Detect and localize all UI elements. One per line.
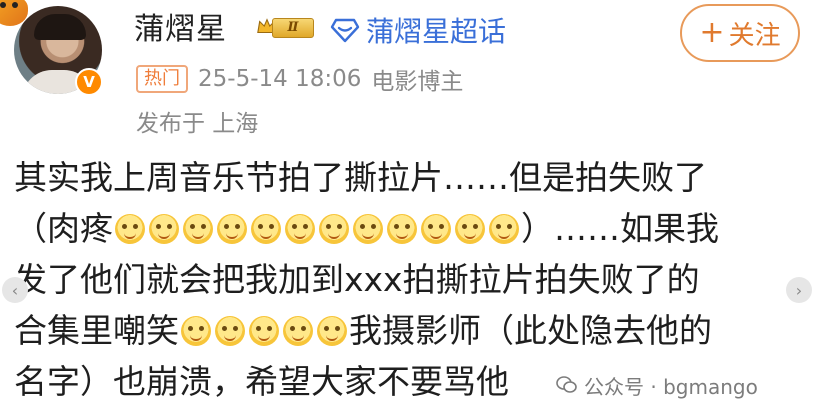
plus-icon: + (699, 15, 725, 50)
post-text: （肉疼 (14, 209, 113, 248)
smile-emoji-icon (217, 213, 247, 244)
post-text: 我摄影师（此处隐去他的 (349, 311, 712, 350)
smile-emoji-icon (353, 213, 383, 244)
smile-emoji-icon (317, 315, 347, 346)
post-meta: 热门 25-5-14 18:06 电影博主 (136, 62, 463, 96)
smile-emoji-icon (149, 213, 179, 244)
wechat-icon (556, 376, 577, 393)
post-line: 发了他们就会把我加到xxx拍撕拉片拍失败了的 (14, 254, 804, 305)
post-line: 其实我上周音乐节拍了撕拉片……但是拍失败了 (14, 152, 804, 203)
prev-arrow-button[interactable]: ‹ (2, 277, 28, 303)
post-timestamp: 25-5-14 18:06 (198, 66, 362, 92)
smile-emoji-icon (115, 213, 145, 244)
next-arrow-button[interactable]: › (786, 277, 812, 303)
smile-emoji-icon (251, 213, 281, 244)
watermark-text: 公众号 · bgmango (584, 374, 758, 399)
supertopic-label: 蒲熠星超话 (366, 15, 507, 48)
avatar-hair (34, 14, 86, 40)
smile-emoji-icon (319, 213, 349, 244)
post-location: 发布于 上海 (136, 111, 259, 137)
watermark: 公众号 · bgmango (548, 368, 766, 402)
smile-emoji-icon (489, 213, 519, 244)
supertopic-link[interactable]: 蒲熠星超话 (330, 10, 506, 50)
follow-button[interactable]: + 关注 (680, 4, 800, 62)
avatar-area: V (0, 0, 112, 100)
follow-label: 关注 (728, 20, 781, 51)
smile-emoji-icon (249, 315, 279, 346)
smile-emoji-icon (181, 315, 211, 346)
diamond-icon (330, 18, 360, 43)
username[interactable]: 蒲熠星 (134, 4, 227, 48)
post-line: （肉疼 ）……如果我 (14, 203, 804, 254)
verified-badge-icon: V (75, 68, 103, 96)
post-line: 合集里嘲笑 我摄影师（此处隐去他的 (14, 305, 804, 356)
smile-emoji-icon (183, 213, 213, 244)
smile-emoji-icon (387, 213, 417, 244)
level-label: Ⅱ (272, 18, 314, 38)
smile-emoji-icon (421, 213, 451, 244)
smile-emoji-icon (455, 213, 485, 244)
post-text: ）……如果我 (521, 209, 719, 248)
smile-emoji-icon (283, 315, 313, 346)
post-text: 合集里嘲笑 (14, 311, 179, 350)
user-role: 电影博主 (371, 69, 464, 95)
smile-emoji-icon (285, 213, 315, 244)
post-text: 其实我上周音乐节拍了撕拉片……但是拍失败了 (14, 158, 707, 197)
post-text: 名字）也崩溃，希望大家不要骂他 (14, 362, 509, 401)
vip-level-badge[interactable]: Ⅱ (256, 14, 314, 40)
hot-tag: 热门 (136, 65, 188, 93)
post-text: 发了他们就会把我加到xxx拍撕拉片拍失败了的 (14, 260, 700, 299)
smile-emoji-icon (215, 315, 245, 346)
